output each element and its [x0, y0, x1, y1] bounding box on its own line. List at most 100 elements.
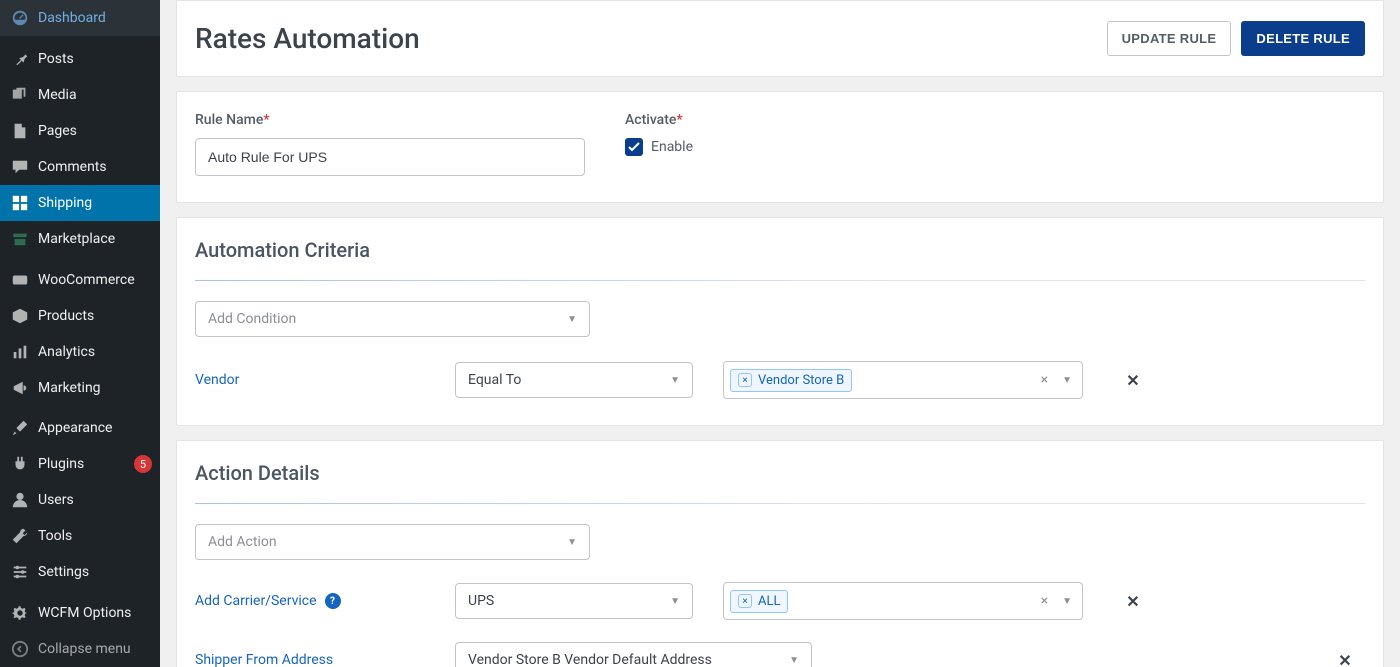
brush-icon — [10, 418, 30, 438]
add-condition-select[interactable]: Add Condition ▼ — [195, 301, 590, 337]
sidebar-item-label: Shipping — [38, 195, 152, 211]
sidebar-item-label: Media — [38, 87, 152, 103]
sidebar-item-label: Analytics — [38, 344, 152, 360]
woo-icon — [10, 270, 30, 290]
rule-name-label: Rule Name* — [195, 112, 585, 128]
service-tag-label: ALL — [758, 594, 780, 609]
sidebar-item-label: Comments — [38, 159, 152, 175]
service-tag: × ALL — [730, 590, 788, 613]
grid-icon — [10, 193, 30, 213]
plug-icon — [10, 454, 30, 474]
sidebar-item-wcfm-options[interactable]: WCFM Options — [0, 595, 160, 631]
sidebar-item-label: WooCommerce — [38, 272, 152, 288]
sidebar-item-marketplace[interactable]: Marketplace — [0, 221, 160, 257]
carrier-value: UPS — [468, 593, 494, 609]
criteria-value-multiselect[interactable]: × Vendor Store B × ▼ — [723, 361, 1083, 399]
sidebar-item-comments[interactable]: Comments — [0, 149, 160, 185]
add-carrier-label: Add Carrier/Service — [195, 593, 317, 609]
sidebar-item-label: Dashboard — [38, 10, 152, 26]
add-action-select[interactable]: Add Action ▼ — [195, 524, 590, 560]
activate-label: Activate* — [625, 112, 693, 128]
chevron-down-icon[interactable]: ▼ — [1058, 596, 1076, 607]
sidebar-item-label: Settings — [38, 564, 152, 580]
action-label: Add Carrier/Service ? — [195, 593, 425, 609]
service-multiselect[interactable]: × ALL × ▼ — [723, 582, 1083, 620]
sidebar-item-label: Marketing — [38, 380, 152, 396]
sidebar-item-label: Pages — [38, 123, 152, 139]
wrench-icon — [10, 526, 30, 546]
chevron-down-icon: ▼ — [567, 537, 577, 548]
update-rule-button[interactable]: UPDATE RULE — [1107, 21, 1232, 56]
admin-sidebar: Dashboard Posts Media Pages Comments Shi… — [0, 0, 160, 667]
automation-criteria-card: Automation Criteria Add Condition ▼ Vend… — [176, 217, 1384, 426]
sidebar-item-label: Tools — [38, 528, 152, 544]
tag-remove-icon[interactable]: × — [738, 594, 752, 608]
header-buttons: UPDATE RULE DELETE RULE — [1107, 21, 1365, 56]
collapse-icon — [10, 639, 30, 659]
vendor-tag-label: Vendor Store B — [758, 373, 844, 388]
sidebar-item-pages[interactable]: Pages — [0, 113, 160, 149]
sidebar-item-dashboard[interactable]: Dashboard — [0, 0, 160, 36]
sidebar-item-label: Collapse menu — [38, 641, 152, 657]
sliders-icon — [10, 562, 30, 582]
multiselect-clear-icon[interactable]: × — [1037, 372, 1052, 388]
delete-rule-button[interactable]: DELETE RULE — [1241, 21, 1365, 56]
chevron-down-icon: ▼ — [567, 314, 577, 325]
gear-icon — [10, 603, 30, 623]
sidebar-item-appearance[interactable]: Appearance — [0, 410, 160, 446]
sidebar-item-products[interactable]: Products — [0, 298, 160, 334]
action-row-remove-icon[interactable]: ✕ — [1113, 592, 1153, 611]
action-row-carrier: Add Carrier/Service ? UPS ▼ × ALL × ▼ ✕ — [195, 582, 1365, 620]
sidebar-item-label: Appearance — [38, 420, 152, 436]
actions-title: Action Details — [195, 461, 1365, 504]
activate-field: Activate* Enable — [625, 112, 693, 176]
enable-checkbox[interactable] — [625, 138, 643, 156]
sidebar-item-posts[interactable]: Posts — [0, 41, 160, 77]
shipper-address-value: Vendor Store B Vendor Default Address — [468, 652, 712, 667]
help-icon[interactable]: ? — [325, 593, 341, 609]
carrier-select[interactable]: UPS ▼ — [455, 583, 693, 619]
sidebar-item-shipping[interactable]: Shipping — [0, 185, 160, 221]
sidebar-item-analytics[interactable]: Analytics — [0, 334, 160, 370]
sidebar-item-media[interactable]: Media — [0, 77, 160, 113]
user-icon — [10, 490, 30, 510]
criteria-row: Vendor Equal To ▼ × Vendor Store B × ▼ ✕ — [195, 361, 1365, 399]
dashboard-icon — [10, 8, 30, 28]
page-icon — [10, 121, 30, 141]
media-icon — [10, 85, 30, 105]
sidebar-item-collapse[interactable]: Collapse menu — [0, 631, 160, 667]
sidebar-item-tools[interactable]: Tools — [0, 518, 160, 554]
sidebar-item-label: WCFM Options — [38, 605, 152, 621]
chart-icon — [10, 342, 30, 362]
sidebar-item-settings[interactable]: Settings — [0, 554, 160, 590]
chevron-down-icon: ▼ — [789, 655, 799, 666]
basic-info-card: Rule Name* Activate* Enable — [176, 91, 1384, 203]
criteria-row-remove-icon[interactable]: ✕ — [1113, 371, 1153, 390]
criteria-title: Automation Criteria — [195, 238, 1365, 281]
box-icon — [10, 306, 30, 326]
chevron-down-icon[interactable]: ▼ — [1058, 375, 1076, 386]
page-title: Rates Automation — [195, 22, 420, 55]
shipper-address-select[interactable]: Vendor Store B Vendor Default Address ▼ — [455, 642, 812, 667]
rule-name-input[interactable] — [195, 138, 585, 176]
action-row-address: Shipper From Address Vendor Store B Vend… — [195, 642, 1365, 667]
sidebar-item-label: Users — [38, 492, 152, 508]
add-condition-placeholder: Add Condition — [208, 311, 296, 327]
criteria-operator-select[interactable]: Equal To ▼ — [455, 362, 693, 398]
criteria-operator-value: Equal To — [468, 372, 521, 388]
enable-label: Enable — [651, 139, 693, 155]
sidebar-item-label: Posts — [38, 51, 152, 67]
main-content: Rates Automation UPDATE RULE DELETE RULE… — [160, 0, 1400, 667]
multiselect-clear-icon[interactable]: × — [1037, 593, 1052, 609]
megaphone-icon — [10, 378, 30, 398]
sidebar-item-woocommerce[interactable]: WooCommerce — [0, 262, 160, 298]
pin-icon — [10, 49, 30, 69]
action-row-remove-icon[interactable]: ✕ — [1325, 651, 1365, 667]
sidebar-item-marketing[interactable]: Marketing — [0, 370, 160, 406]
tag-remove-icon[interactable]: × — [738, 373, 752, 387]
vendor-tag: × Vendor Store B — [730, 369, 852, 392]
sidebar-item-users[interactable]: Users — [0, 482, 160, 518]
sidebar-item-plugins[interactable]: Plugins 5 — [0, 446, 160, 482]
comment-icon — [10, 157, 30, 177]
action-details-card: Action Details Add Action ▼ Add Carrier/… — [176, 440, 1384, 667]
